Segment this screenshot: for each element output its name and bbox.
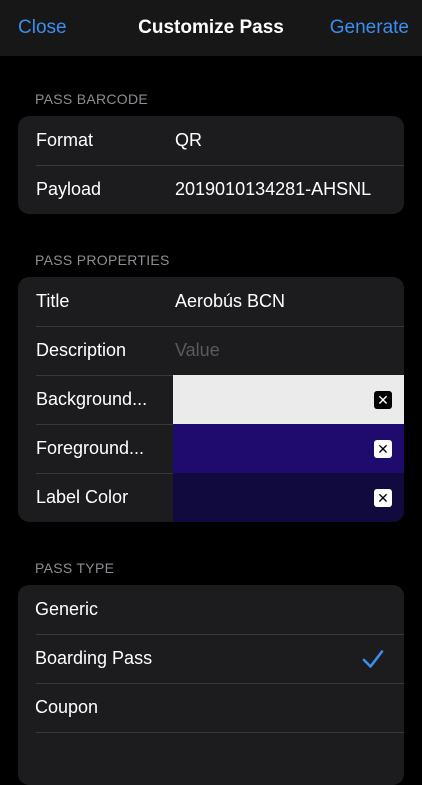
- pass-type-option-coupon[interactable]: Coupon: [18, 683, 404, 732]
- barcode-group: Format QR Payload 2019010134281-AHSNL: [18, 116, 404, 214]
- close-button[interactable]: Close: [18, 17, 67, 39]
- pass-type-option-generic[interactable]: Generic: [18, 585, 404, 634]
- clear-x-icon[interactable]: ✕: [374, 488, 392, 507]
- payload-label: Payload: [36, 179, 102, 199]
- payload-value: 2019010134281-AHSNL: [175, 179, 372, 199]
- section-header-properties: PASS PROPERTIES: [35, 252, 170, 268]
- title-label: Title: [36, 291, 70, 311]
- checkmark-icon: [362, 649, 384, 668]
- format-value: QR: [175, 130, 202, 150]
- clear-x-icon[interactable]: ✕: [374, 439, 392, 458]
- pass-type-label: Coupon: [35, 697, 99, 717]
- description-label: Description: [36, 340, 127, 360]
- background-color-label: Background...: [36, 389, 148, 409]
- pass-type-option-next[interactable]: [18, 732, 404, 781]
- pass-type-option-boarding-pass[interactable]: Boarding Pass: [18, 634, 404, 683]
- clear-x-icon[interactable]: ✕: [374, 390, 392, 409]
- pass-type-label: Generic: [35, 599, 99, 619]
- label-color-row[interactable]: Label Color ✕: [18, 473, 404, 522]
- title-field[interactable]: [175, 291, 392, 312]
- payload-row[interactable]: Payload 2019010134281-AHSNL: [18, 165, 404, 214]
- section-header-pass-type: PASS TYPE: [35, 560, 115, 576]
- background-color-swatch[interactable]: ✕: [173, 375, 404, 424]
- generate-button[interactable]: Generate: [330, 17, 409, 39]
- format-row[interactable]: Format QR: [18, 116, 404, 165]
- description-field[interactable]: [175, 340, 392, 361]
- description-row[interactable]: Description: [18, 326, 404, 375]
- pass-type-group: Generic Boarding Pass Coupon: [18, 585, 404, 785]
- title-row[interactable]: Title: [18, 277, 404, 326]
- background-color-row[interactable]: Background... ✕: [18, 375, 404, 424]
- properties-group: Title Description Background... ✕ Foregr…: [18, 277, 404, 522]
- section-header-barcode: PASS BARCODE: [35, 91, 149, 107]
- label-color-label: Label Color: [36, 487, 129, 507]
- foreground-color-label: Foreground...: [36, 438, 145, 458]
- format-label: Format: [36, 130, 94, 150]
- label-color-swatch[interactable]: ✕: [173, 473, 404, 522]
- foreground-color-row[interactable]: Foreground... ✕: [18, 424, 404, 473]
- foreground-color-swatch[interactable]: ✕: [173, 424, 404, 473]
- navigation-bar: Close Customize Pass Generate: [0, 0, 422, 56]
- pass-type-label: Boarding Pass: [35, 648, 153, 668]
